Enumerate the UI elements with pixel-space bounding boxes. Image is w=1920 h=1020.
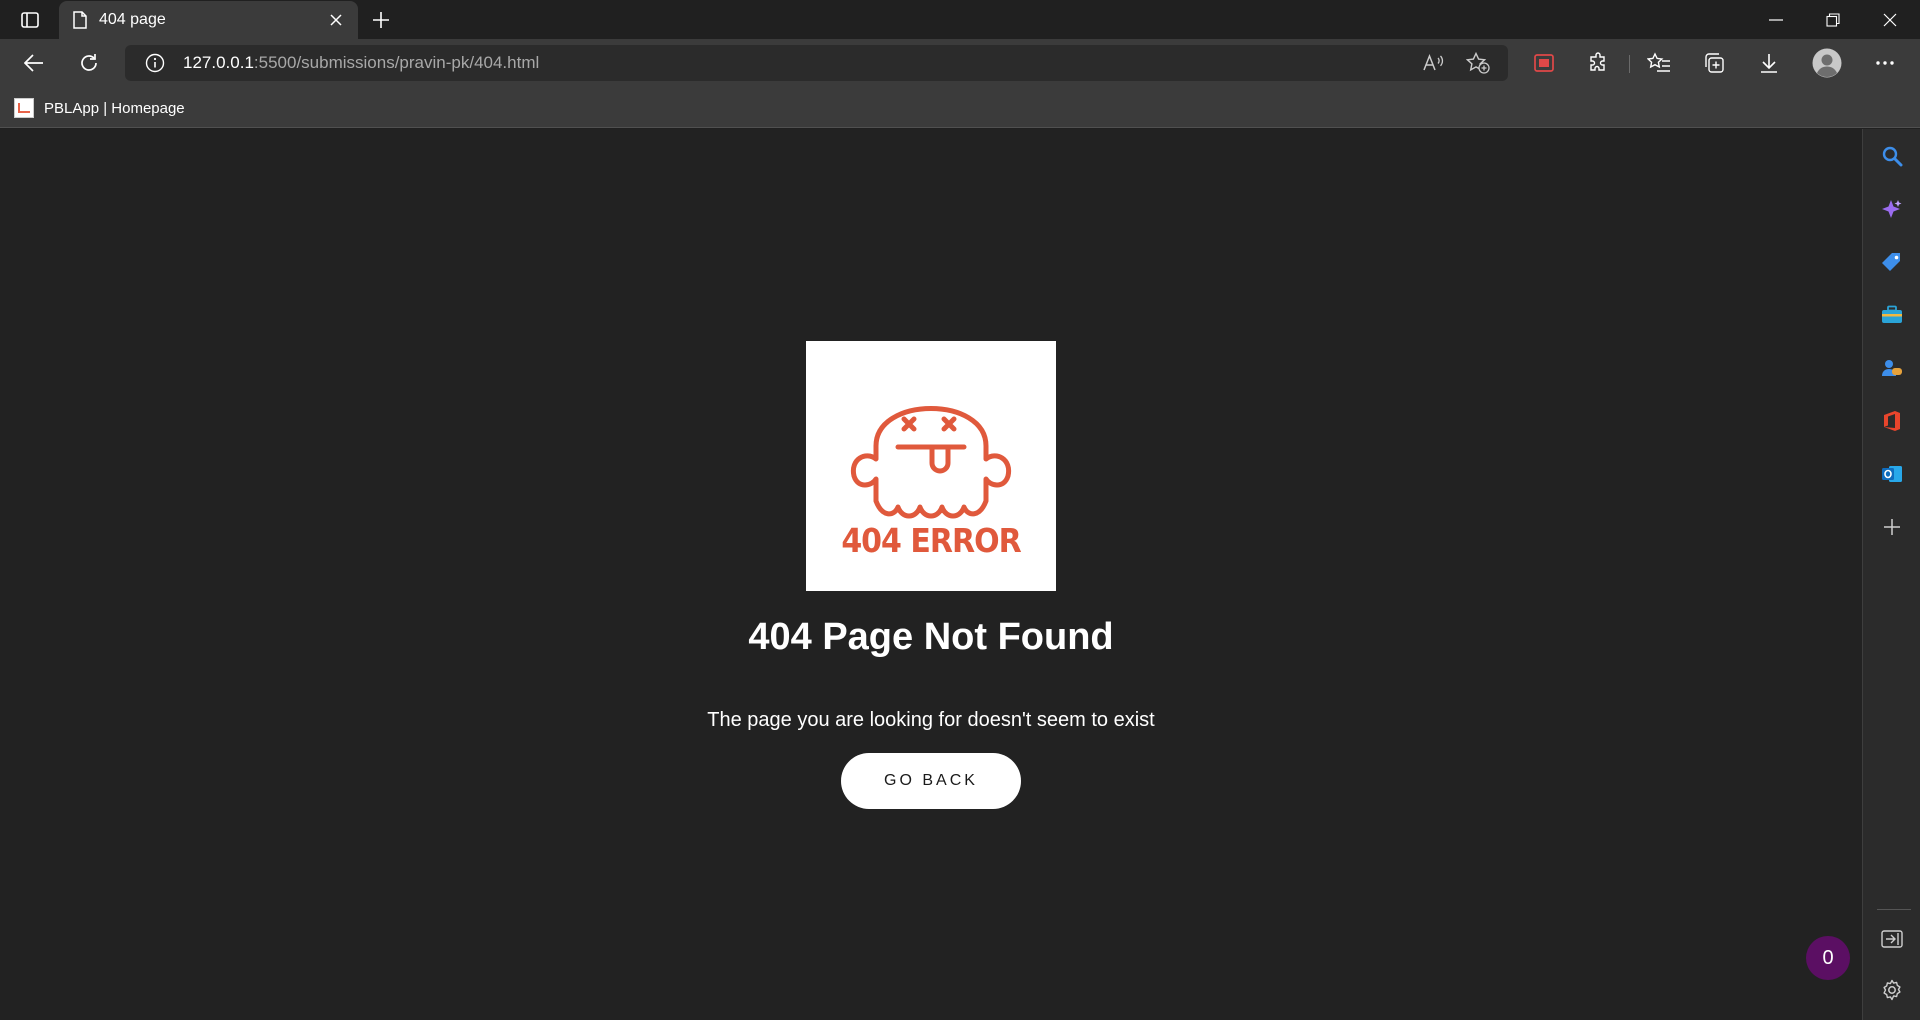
screen-capture-icon: [1534, 54, 1554, 72]
sidebar-shopping-button[interactable]: [1872, 242, 1912, 282]
read-aloud-button[interactable]: [1418, 48, 1450, 78]
pblapp-favicon: [14, 98, 34, 118]
document-icon: [73, 11, 87, 29]
shopping-icon: [1882, 253, 1900, 271]
sidebar-outlook-button[interactable]: [1872, 454, 1912, 494]
office-icon: [1884, 411, 1900, 431]
collections-icon: [1705, 53, 1724, 73]
restore-button[interactable]: [1805, 0, 1861, 39]
tab-close-button[interactable]: [324, 8, 348, 32]
url-host: 127.0.0.1: [183, 53, 254, 72]
url-path: :5500/submissions/pravin-pk/404.html: [253, 53, 540, 72]
favorites-icon: [1647, 52, 1670, 72]
sidebar-add-button[interactable]: [1872, 507, 1912, 547]
url-text[interactable]: 127.0.0.1:5500/submissions/pravin-pk/404…: [183, 53, 539, 73]
sidebar-games-button[interactable]: [1872, 348, 1912, 388]
add-icon: [1884, 519, 1900, 535]
downloads-icon: [1761, 54, 1777, 73]
close-icon: [330, 14, 342, 26]
counter-badge[interactable]: 0: [1806, 936, 1850, 980]
tab-actions-button[interactable]: [12, 6, 48, 34]
more-button[interactable]: [1865, 45, 1905, 81]
close-icon: [1883, 13, 1897, 26]
favorite-label: PBLApp | Homepage: [44, 99, 185, 117]
page-viewport: 404 ERROR 404 Page Not Found The page yo…: [0, 129, 1862, 1020]
site-info-icon[interactable]: [145, 53, 165, 73]
page-title: 404 Page Not Found: [748, 616, 1114, 658]
address-bar[interactable]: 127.0.0.1:5500/submissions/pravin-pk/404…: [125, 45, 1508, 81]
favorite-pblapp-homepage[interactable]: PBLApp | Homepage: [14, 95, 185, 121]
minimize-button[interactable]: [1748, 0, 1804, 39]
favorites-button[interactable]: [1639, 45, 1679, 81]
error-404-image: 404 ERROR: [806, 341, 1056, 591]
extensions-button[interactable]: [1579, 45, 1619, 81]
downloads-button[interactable]: [1749, 45, 1789, 81]
profile-button[interactable]: [1807, 45, 1847, 81]
hide-sidebar-icon: [1881, 930, 1903, 948]
sidebar-copilot-button[interactable]: [1872, 189, 1912, 229]
tab-title: 404 page: [99, 11, 166, 28]
close-window-button[interactable]: [1862, 0, 1918, 39]
sidebar-tools-button[interactable]: [1872, 295, 1912, 335]
tab-actions-icon: [21, 12, 39, 28]
refresh-button[interactable]: [69, 45, 109, 81]
toolbar-separator: [1629, 55, 1630, 73]
games-icon: [1882, 360, 1902, 376]
settings-icon: [1883, 979, 1901, 1001]
go-back-button[interactable]: GO BACK: [841, 753, 1021, 809]
error-message: The page you are looking for doesn't see…: [707, 709, 1155, 731]
favorites-bar: PBLApp | Homepage: [0, 87, 1920, 128]
restore-icon: [1826, 12, 1840, 27]
more-icon: [1876, 61, 1894, 65]
screen-capture-button[interactable]: [1524, 45, 1564, 81]
plus-icon: [373, 12, 389, 28]
refresh-icon: [81, 54, 97, 71]
new-tab-button[interactable]: [364, 6, 398, 34]
back-icon: [24, 54, 43, 72]
sidebar-hide-button[interactable]: [1872, 919, 1912, 959]
copilot-icon: [1882, 200, 1902, 218]
collections-button[interactable]: [1694, 45, 1734, 81]
search-icon: [1882, 146, 1903, 167]
edge-sidebar: [1862, 129, 1920, 1020]
extensions-icon: [1590, 52, 1605, 71]
browser-toolbar: 127.0.0.1:5500/submissions/pravin-pk/404…: [0, 39, 1920, 87]
minimize-icon: [1769, 18, 1783, 21]
outlook-icon: [1882, 466, 1902, 482]
profile-avatar: [1812, 48, 1842, 78]
sidebar-search-button[interactable]: [1872, 136, 1912, 176]
active-tab[interactable]: 404 page: [59, 1, 358, 39]
sidebar-office-button[interactable]: [1872, 401, 1912, 441]
read-aloud-icon: [1423, 54, 1444, 71]
sidebar-separator: [1877, 909, 1911, 910]
sidebar-settings-button[interactable]: [1872, 970, 1912, 1010]
back-button[interactable]: [14, 45, 54, 81]
title-bar: 404 page: [0, 0, 1920, 39]
tools-icon: [1882, 305, 1902, 323]
add-favorite-button[interactable]: [1462, 48, 1494, 78]
add-favorite-icon: [1466, 52, 1490, 74]
error-image-caption: 404 ERROR: [841, 522, 1021, 561]
